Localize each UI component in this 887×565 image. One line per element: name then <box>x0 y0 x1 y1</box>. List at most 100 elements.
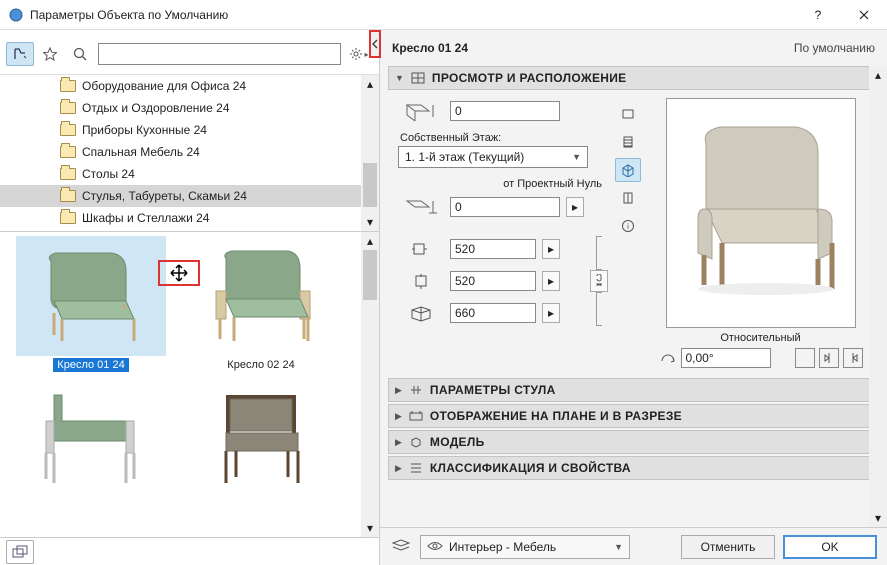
panel-header-params[interactable]: ▶ ПАРАМЕТРЫ СТУЛА <box>388 378 879 402</box>
tree-row[interactable]: Шкафы и Стеллажи 24 <box>0 207 379 229</box>
eye-icon <box>427 540 443 554</box>
scroll-down-icon[interactable]: ▾ <box>361 213 379 231</box>
preview-icon <box>410 72 426 84</box>
mirror-x-button[interactable] <box>819 348 839 368</box>
dim-y-icon <box>398 273 444 289</box>
thumbs-scrollbar[interactable]: ▴ ▾ <box>361 232 379 537</box>
view-2d-toggle[interactable] <box>615 102 641 126</box>
tree-row[interactable]: Стулья, Табуреты, Скамьи 24 <box>0 185 379 207</box>
anchor-top-icon <box>398 101 444 121</box>
folder-icon <box>60 124 76 136</box>
panel-scrollbar[interactable]: ▴ ▾ <box>869 66 887 527</box>
panel-title: МОДЕЛЬ <box>430 435 485 449</box>
dim-z-popup[interactable]: ▸ <box>542 303 560 323</box>
dim-z-input[interactable]: 660 <box>450 303 536 323</box>
ref-z-input[interactable]: 0 <box>450 197 560 217</box>
preview-3d[interactable] <box>666 98 856 328</box>
scroll-up-icon[interactable]: ▴ <box>361 232 379 250</box>
dim-x-input[interactable]: 520 <box>450 239 536 259</box>
thumbnail-preview <box>186 236 336 356</box>
panel-body-preview: 0 Собственный Этаж: 1. 1-й этаж (Текущий… <box>388 92 879 378</box>
panel-title: ОТОБРАЖЕНИЕ НА ПЛАНЕ И В РАЗРЕЗЕ <box>430 409 682 423</box>
disclosure-triangle-icon: ▶ <box>395 411 402 422</box>
view-info-toggle[interactable]: i <box>615 214 641 238</box>
search-input[interactable] <box>98 43 341 65</box>
favorites-button[interactable] <box>36 42 64 66</box>
dim-z-icon <box>398 304 444 322</box>
anchor-z-input[interactable]: 0 <box>450 101 560 121</box>
mirror-y-button[interactable] <box>843 348 863 368</box>
tree-row[interactable]: Оборудование для Офиса 24 <box>0 75 379 97</box>
folder-icon <box>60 146 76 158</box>
thumbnail-label: Кресло 01 24 <box>53 358 128 372</box>
thumbnail-item[interactable]: Кресло 02 24 <box>176 236 346 372</box>
window-title: Параметры Объекта по Умолчанию <box>30 8 795 22</box>
disclosure-triangle-icon: ▶ <box>395 437 402 448</box>
tree-row[interactable]: Приборы Кухонные 24 <box>0 119 379 141</box>
preview-mode-toggles: i <box>608 98 648 368</box>
thumbnail-label <box>87 498 95 500</box>
anchor-bottom-icon <box>398 197 444 217</box>
tree-scrollbar[interactable]: ▴ ▾ <box>361 75 379 231</box>
angle-input[interactable]: 0,00° <box>681 348 771 368</box>
app-icon <box>8 7 24 23</box>
view-front-toggle[interactable] <box>615 130 641 154</box>
scroll-down-icon[interactable]: ▾ <box>361 519 379 537</box>
library-toolbar: ▸ <box>6 40 373 68</box>
layer-combo[interactable]: Интерьер - Мебель ▼ <box>420 535 630 559</box>
dim-x-popup[interactable]: ▸ <box>542 239 560 259</box>
tree-item-label: Стулья, Табуреты, Скамьи 24 <box>82 189 247 203</box>
tree-item-label: Шкафы и Стеллажи 24 <box>82 211 209 225</box>
thumbnail-item[interactable] <box>6 376 176 500</box>
folder-icon <box>60 102 76 114</box>
ok-button[interactable]: OK <box>783 535 877 559</box>
scroll-up-icon[interactable]: ▴ <box>869 66 887 84</box>
thumbnail-item[interactable]: Кресло 01 24 <box>6 236 176 372</box>
story-value: 1. 1-й этаж (Текущий) <box>405 150 524 164</box>
scroll-thumb[interactable] <box>363 250 377 300</box>
panel-header-preview[interactable]: ▼ ПРОСМОТР И РАСПОЛОЖЕНИЕ <box>388 66 879 90</box>
link-dimensions-toggle[interactable] <box>590 236 608 326</box>
panel-header-classification[interactable]: ▶ КЛАССИФИКАЦИЯ И СВОЙСТВА <box>388 456 879 480</box>
help-button[interactable]: ? <box>795 0 841 30</box>
default-label: По умолчанию <box>794 41 875 55</box>
pane-collapse-handle[interactable] <box>369 30 381 58</box>
thumbnail-preview <box>16 236 166 356</box>
scroll-thumb[interactable] <box>363 163 377 207</box>
view-elevation-toggle[interactable] <box>615 186 641 210</box>
story-dropdown[interactable]: 1. 1-й этаж (Текущий) ▼ <box>398 146 588 168</box>
folder-tree-list[interactable]: Оборудование для Офиса 24 Отдых и Оздоро… <box>0 75 379 229</box>
own-story-label: Собственный Этаж: <box>398 132 608 144</box>
panel-title: ПРОСМОТР И РАСПОЛОЖЕНИЕ <box>432 71 627 85</box>
thumbnail-item[interactable] <box>176 376 346 500</box>
panel-header-model[interactable]: ▶ МОДЕЛЬ <box>388 430 879 454</box>
rotation-icon <box>659 349 677 368</box>
thumbnail-label: Кресло 02 24 <box>223 358 298 372</box>
reference-popup-button[interactable]: ▸ <box>566 197 584 217</box>
tree-row[interactable]: Отдых и Оздоровление 24 <box>0 97 379 119</box>
dim-x-icon <box>398 241 444 257</box>
folder-icon <box>60 190 76 202</box>
browse-button[interactable] <box>6 42 34 66</box>
search-button[interactable] <box>66 42 94 66</box>
tree-row[interactable]: Спальная Мебель 24 <box>0 141 379 163</box>
splitter-handle[interactable] <box>158 260 200 286</box>
plan-icon <box>408 410 424 422</box>
view-3d-toggle[interactable] <box>615 158 641 182</box>
disclosure-triangle-icon: ▼ <box>395 73 404 83</box>
classification-icon <box>408 462 424 474</box>
dim-y-popup[interactable]: ▸ <box>542 271 560 291</box>
chain-icon <box>590 270 608 292</box>
tree-item-label: Отдых и Оздоровление 24 <box>82 101 230 115</box>
dim-y-input[interactable]: 520 <box>450 271 536 291</box>
scroll-down-icon[interactable]: ▾ <box>869 509 887 527</box>
layer-value: Интерьер - Мебель <box>449 540 556 554</box>
tree-row[interactable]: Столы 24 <box>0 163 379 185</box>
mirror-checkbox[interactable] <box>795 348 815 368</box>
move-cursor-icon <box>169 263 189 283</box>
close-button[interactable] <box>841 0 887 30</box>
scroll-up-icon[interactable]: ▴ <box>361 75 379 93</box>
panel-header-plan[interactable]: ▶ ОТОБРАЖЕНИЕ НА ПЛАНЕ И В РАЗРЕЗЕ <box>388 404 879 428</box>
cancel-button[interactable]: Отменить <box>681 535 775 559</box>
library-manager-button[interactable] <box>6 540 34 564</box>
